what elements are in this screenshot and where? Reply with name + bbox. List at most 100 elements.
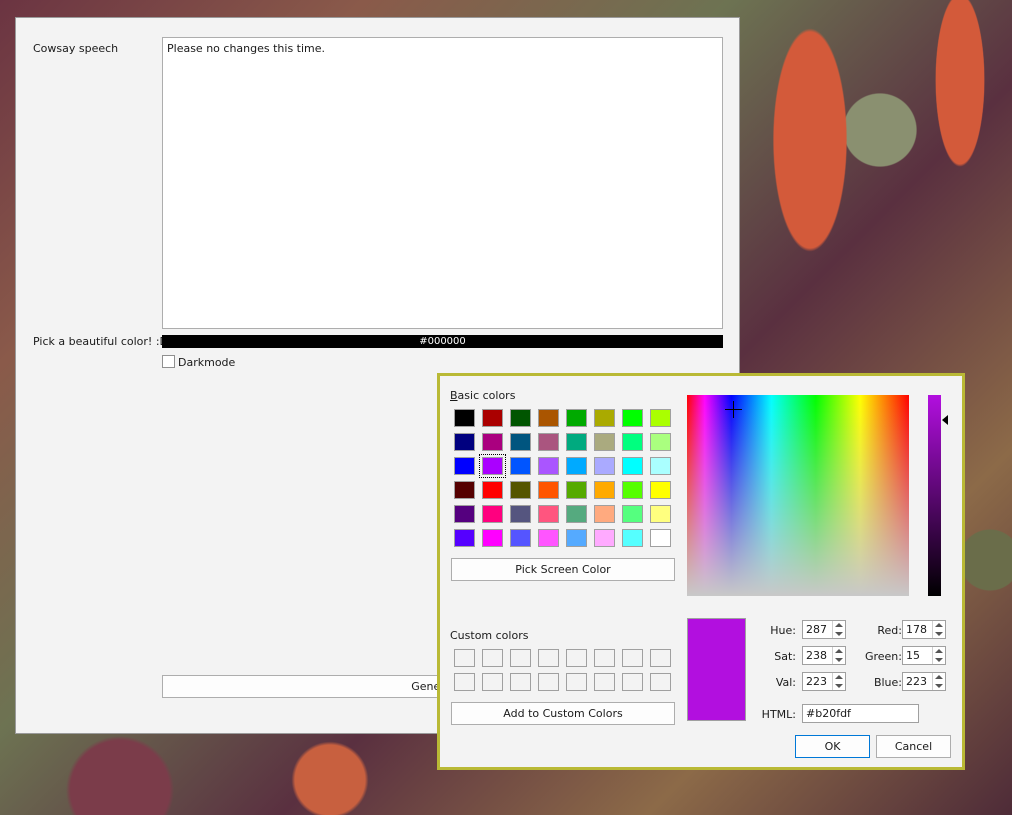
hue-spinbox[interactable]: 287 — [802, 620, 846, 639]
basic-colors-title-rest: asic colors — [457, 389, 516, 402]
color-preview — [687, 618, 746, 721]
custom-color-swatch[interactable] — [482, 649, 503, 667]
basic-color-swatch[interactable] — [650, 433, 671, 451]
custom-color-swatch[interactable] — [566, 673, 587, 691]
basic-color-swatch[interactable] — [454, 409, 475, 427]
basic-color-swatch[interactable] — [566, 505, 587, 523]
sat-spinbox[interactable]: 238 — [802, 646, 846, 665]
html-label: HTML: — [761, 708, 796, 721]
sat-spin-arrows-icon[interactable] — [832, 647, 845, 664]
blue-spinbox[interactable]: 223 — [902, 672, 946, 691]
green-value: 15 — [906, 649, 920, 662]
basic-color-swatch[interactable] — [454, 505, 475, 523]
hue-saturation-spectrum[interactable] — [687, 395, 909, 596]
basic-color-swatch[interactable] — [650, 409, 671, 427]
cowsay-speech-input[interactable]: Please no changes this time. — [162, 37, 723, 329]
basic-color-swatch[interactable] — [566, 529, 587, 547]
blue-spin-arrows-icon[interactable] — [932, 673, 945, 690]
sat-label: Sat: — [774, 650, 796, 663]
custom-color-swatch[interactable] — [650, 649, 671, 667]
custom-color-swatch[interactable] — [510, 649, 531, 667]
custom-color-swatch[interactable] — [594, 673, 615, 691]
blue-value: 223 — [906, 675, 927, 688]
basic-color-swatch[interactable] — [482, 505, 503, 523]
html-color-input[interactable]: #b20fdf — [802, 704, 919, 723]
basic-color-swatch[interactable] — [538, 481, 559, 499]
darkmode-checkbox[interactable] — [162, 355, 175, 368]
basic-color-swatch[interactable] — [622, 481, 643, 499]
basic-color-swatch[interactable] — [510, 481, 531, 499]
basic-color-swatch[interactable] — [538, 529, 559, 547]
basic-color-swatch[interactable] — [482, 409, 503, 427]
basic-color-swatch[interactable] — [594, 409, 615, 427]
basic-color-swatch[interactable] — [594, 457, 615, 475]
darkmode-label: Darkmode — [178, 356, 236, 369]
basic-color-swatch[interactable] — [510, 409, 531, 427]
custom-color-swatch[interactable] — [482, 673, 503, 691]
basic-color-swatch[interactable] — [594, 505, 615, 523]
basic-color-swatch[interactable] — [479, 454, 506, 478]
basic-color-swatch[interactable] — [454, 529, 475, 547]
basic-color-swatch[interactable] — [538, 505, 559, 523]
value-slider[interactable] — [928, 395, 941, 596]
green-spinbox[interactable]: 15 — [902, 646, 946, 665]
ok-button[interactable]: OK — [795, 735, 870, 758]
basic-color-swatch[interactable] — [454, 481, 475, 499]
basic-color-swatch[interactable] — [538, 433, 559, 451]
val-value: 223 — [806, 675, 827, 688]
basic-color-swatch[interactable] — [650, 505, 671, 523]
basic-color-swatch[interactable] — [622, 505, 643, 523]
value-slider-handle-icon[interactable] — [942, 415, 948, 425]
color-picker-button[interactable]: #000000 — [162, 335, 723, 348]
custom-color-swatch[interactable] — [538, 673, 559, 691]
pick-screen-color-button[interactable]: Pick Screen Color — [451, 558, 675, 581]
basic-color-swatch[interactable] — [482, 433, 503, 451]
basic-color-swatch[interactable] — [454, 457, 475, 475]
custom-color-swatch[interactable] — [622, 673, 643, 691]
custom-color-swatch[interactable] — [538, 649, 559, 667]
custom-color-swatch[interactable] — [566, 649, 587, 667]
basic-color-swatch[interactable] — [566, 481, 587, 499]
basic-color-swatch[interactable] — [510, 505, 531, 523]
basic-color-swatch[interactable] — [594, 481, 615, 499]
val-label: Val: — [775, 676, 796, 689]
basic-color-swatch[interactable] — [650, 481, 671, 499]
custom-color-swatch[interactable] — [454, 649, 475, 667]
custom-color-swatch[interactable] — [594, 649, 615, 667]
val-spin-arrows-icon[interactable] — [832, 673, 845, 690]
custom-color-swatch[interactable] — [454, 673, 475, 691]
basic-color-swatch[interactable] — [538, 409, 559, 427]
custom-color-swatch[interactable] — [650, 673, 671, 691]
basic-color-swatch[interactable] — [482, 481, 503, 499]
val-spinbox[interactable]: 223 — [802, 672, 846, 691]
basic-color-swatch[interactable] — [510, 529, 531, 547]
basic-color-swatch[interactable] — [622, 529, 643, 547]
cancel-button[interactable]: Cancel — [876, 735, 951, 758]
basic-color-swatch[interactable] — [510, 457, 531, 475]
basic-color-swatch[interactable] — [566, 409, 587, 427]
cowsay-speech-label: Cowsay speech — [33, 42, 119, 55]
basic-color-swatch[interactable] — [594, 529, 615, 547]
basic-color-swatch[interactable] — [622, 457, 643, 475]
basic-color-swatch[interactable] — [622, 433, 643, 451]
add-custom-colors-button[interactable]: Add to Custom Colors — [451, 702, 675, 725]
basic-color-swatch[interactable] — [594, 433, 615, 451]
custom-colors-title: Custom colors — [450, 629, 529, 642]
basic-color-swatch[interactable] — [454, 433, 475, 451]
basic-color-swatch[interactable] — [650, 457, 671, 475]
basic-color-swatch[interactable] — [650, 529, 671, 547]
custom-color-swatch[interactable] — [510, 673, 531, 691]
green-label: Green: — [864, 650, 902, 663]
custom-color-swatch[interactable] — [622, 649, 643, 667]
basic-color-swatch[interactable] — [566, 433, 587, 451]
basic-color-swatch[interactable] — [510, 433, 531, 451]
basic-color-swatch[interactable] — [566, 457, 587, 475]
basic-color-swatch[interactable] — [622, 409, 643, 427]
hue-spin-arrows-icon[interactable] — [832, 621, 845, 638]
green-spin-arrows-icon[interactable] — [932, 647, 945, 664]
sat-value: 238 — [806, 649, 827, 662]
basic-color-swatch[interactable] — [482, 529, 503, 547]
red-spinbox[interactable]: 178 — [902, 620, 946, 639]
red-spin-arrows-icon[interactable] — [932, 621, 945, 638]
basic-color-swatch[interactable] — [538, 457, 559, 475]
